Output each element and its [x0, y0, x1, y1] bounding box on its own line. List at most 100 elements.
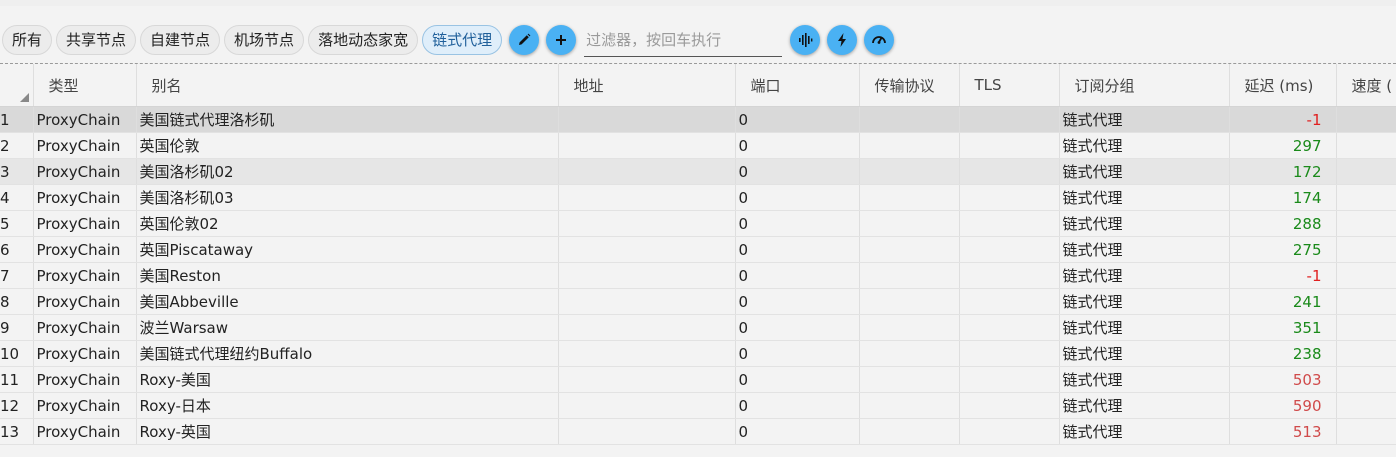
row-index: 4 — [0, 184, 34, 211]
cell-group: 链式代理 — [1059, 132, 1230, 159]
filter-chip-proxychain[interactable]: 链式代理 — [422, 25, 503, 55]
table-row[interactable]: 9 ProxyChain 波兰Warsaw 0 链式代理 351 — [0, 314, 1396, 341]
table-row[interactable]: 4 ProxyChain 美国洛杉矶03 0 链式代理 174 — [0, 184, 1396, 211]
table-row[interactable]: 2 ProxyChain 英国伦敦 0 链式代理 297 — [0, 132, 1396, 159]
cell-tls — [959, 418, 1060, 445]
cell-transport — [859, 158, 960, 185]
cell-port: 0 — [735, 210, 860, 237]
cell-tls — [959, 392, 1060, 419]
cell-alias: 美国链式代理纽约Buffalo — [136, 340, 559, 367]
cell-speed — [1336, 418, 1396, 445]
col-header-group[interactable]: 订阅分组 — [1059, 64, 1230, 107]
table-row[interactable]: 1 ProxyChain 美国链式代理洛杉矶 0 链式代理 -1 — [0, 106, 1396, 133]
cell-port: 0 — [735, 184, 860, 211]
cell-address — [558, 184, 736, 211]
cell-alias: 英国伦敦 — [136, 132, 559, 159]
cell-speed — [1336, 366, 1396, 393]
cell-transport — [859, 262, 960, 289]
cell-type: ProxyChain — [33, 366, 137, 393]
cell-tls — [959, 158, 1060, 185]
table-row[interactable]: 10 ProxyChain 美国链式代理纽约Buffalo 0 链式代理 238 — [0, 340, 1396, 367]
cell-type: ProxyChain — [33, 288, 137, 315]
cell-speed — [1336, 314, 1396, 341]
table-row[interactable]: 3 ProxyChain 美国洛杉矶02 0 链式代理 172 — [0, 158, 1396, 185]
search-input[interactable] — [584, 23, 783, 57]
cell-tls — [959, 106, 1060, 133]
cell-group: 链式代理 — [1059, 210, 1230, 237]
cell-delay: 241 — [1229, 288, 1337, 315]
col-header-type[interactable]: 类型 — [33, 64, 137, 107]
cell-speed — [1336, 132, 1396, 159]
cell-alias: 英国Piscataway — [136, 236, 559, 263]
table-row[interactable]: 11 ProxyChain Roxy-美国 0 链式代理 503 — [0, 366, 1396, 393]
cell-transport — [859, 392, 960, 419]
add-button[interactable] — [546, 25, 577, 55]
cell-address — [558, 340, 736, 367]
select-all-corner[interactable] — [0, 64, 34, 107]
test-ping-button[interactable] — [790, 25, 821, 55]
cell-tls — [959, 314, 1060, 341]
cell-port: 0 — [735, 236, 860, 263]
cell-speed — [1336, 210, 1396, 237]
edit-button[interactable] — [509, 25, 540, 55]
cell-type: ProxyChain — [33, 210, 137, 237]
filter-chip-selfbuilt[interactable]: 自建节点 — [140, 25, 221, 55]
cell-delay: 238 — [1229, 340, 1337, 367]
cell-address — [558, 262, 736, 289]
cell-delay: 503 — [1229, 366, 1337, 393]
cell-port: 0 — [735, 106, 860, 133]
cell-port: 0 — [735, 262, 860, 289]
plus-icon — [556, 35, 567, 45]
cell-address — [558, 158, 736, 185]
col-header-alias[interactable]: 别名 — [136, 64, 559, 107]
table-row[interactable]: 5 ProxyChain 英国伦敦02 0 链式代理 288 — [0, 210, 1396, 237]
table-row[interactable]: 7 ProxyChain 美国Reston 0 链式代理 -1 — [0, 262, 1396, 289]
filter-chip-shared[interactable]: 共享节点 — [56, 25, 137, 55]
col-header-transport[interactable]: 传输协议 — [859, 64, 960, 107]
pencil-icon — [519, 33, 531, 45]
col-header-tls[interactable]: TLS — [959, 64, 1060, 107]
lightning-icon — [838, 33, 847, 47]
speedometer-icon — [872, 36, 886, 44]
cell-delay: 513 — [1229, 418, 1337, 445]
cell-address — [558, 392, 736, 419]
test-speed-button[interactable] — [864, 25, 895, 55]
col-header-speed[interactable]: 速度 ( — [1336, 64, 1396, 107]
cell-tls — [959, 366, 1060, 393]
cell-transport — [859, 288, 960, 315]
cell-port: 0 — [735, 132, 860, 159]
cell-group: 链式代理 — [1059, 392, 1230, 419]
cell-address — [558, 106, 736, 133]
test-realping-button[interactable] — [827, 25, 858, 55]
col-header-address[interactable]: 地址 — [558, 64, 736, 107]
row-index: 6 — [0, 236, 34, 263]
filter-chip-all[interactable]: 所有 — [2, 25, 53, 55]
cell-port: 0 — [735, 418, 860, 445]
row-index: 10 — [0, 340, 34, 367]
cell-transport — [859, 314, 960, 341]
cell-transport — [859, 184, 960, 211]
cell-speed — [1336, 106, 1396, 133]
filter-chip-airport[interactable]: 机场节点 — [224, 25, 305, 55]
filter-chip-residential[interactable]: 落地动态家宽 — [308, 25, 419, 55]
table-row[interactable]: 13 ProxyChain Roxy-英国 0 链式代理 513 — [0, 418, 1396, 445]
filter-toolbar: 所有 共享节点 自建节点 机场节点 落地动态家宽 链式代理 — [0, 22, 1396, 58]
row-index: 2 — [0, 132, 34, 159]
cell-port: 0 — [735, 158, 860, 185]
col-header-port[interactable]: 端口 — [735, 64, 860, 107]
table-row[interactable]: 8 ProxyChain 美国Abbeville 0 链式代理 241 — [0, 288, 1396, 315]
cell-tls — [959, 262, 1060, 289]
cell-address — [558, 236, 736, 263]
cell-transport — [859, 132, 960, 159]
cell-alias: 美国洛杉矶03 — [136, 184, 559, 211]
cell-speed — [1336, 288, 1396, 315]
cell-alias: 美国链式代理洛杉矶 — [136, 106, 559, 133]
table-row[interactable]: 6 ProxyChain 英国Piscataway 0 链式代理 275 — [0, 236, 1396, 263]
col-header-delay[interactable]: 延迟 (ms) — [1229, 64, 1337, 107]
row-index: 9 — [0, 314, 34, 341]
cell-port: 0 — [735, 340, 860, 367]
cell-alias: Roxy-日本 — [136, 392, 559, 419]
cell-group: 链式代理 — [1059, 158, 1230, 185]
table-row[interactable]: 12 ProxyChain Roxy-日本 0 链式代理 590 — [0, 392, 1396, 419]
cell-tls — [959, 340, 1060, 367]
